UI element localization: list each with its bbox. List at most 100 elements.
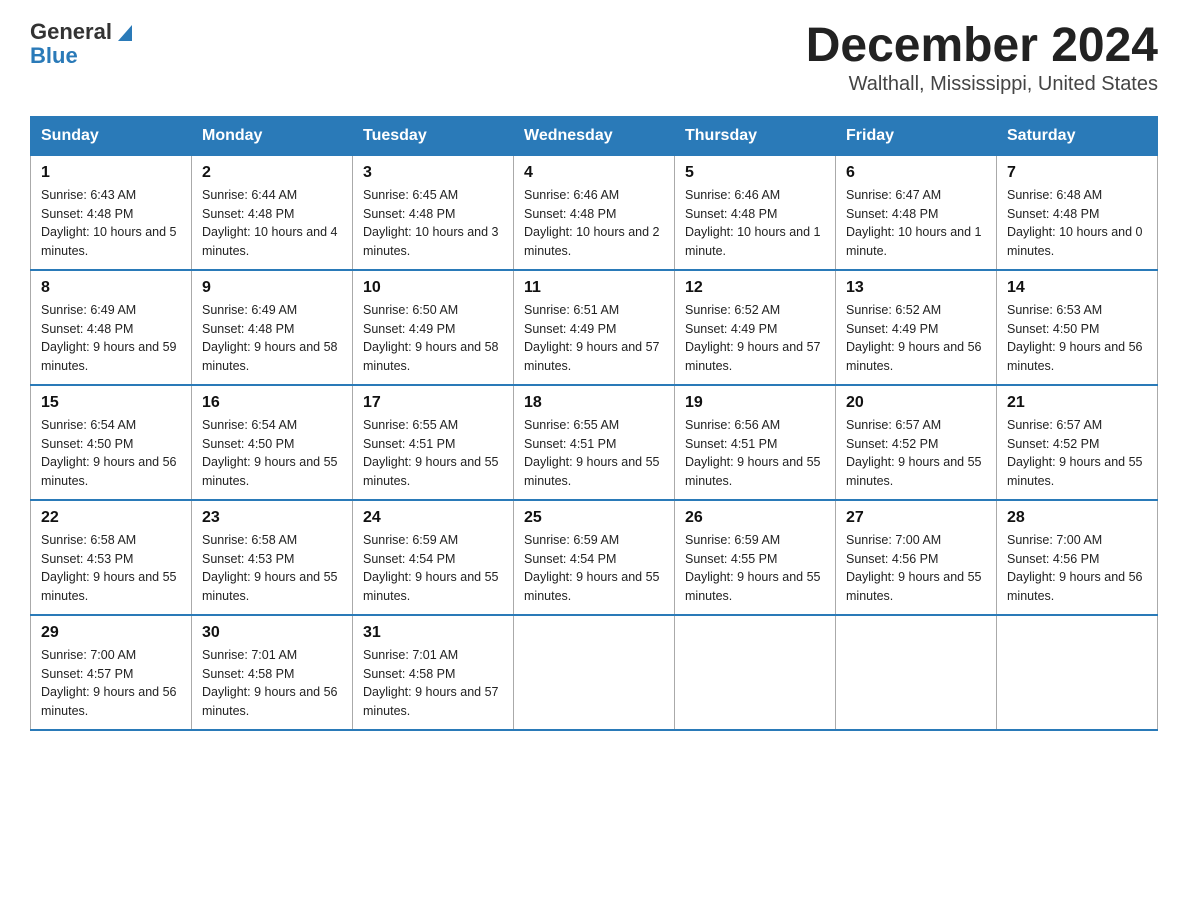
day-number: 14 bbox=[1007, 279, 1147, 297]
calendar-cell: 1 Sunrise: 6:43 AM Sunset: 4:48 PM Dayli… bbox=[31, 155, 192, 270]
day-number: 6 bbox=[846, 164, 986, 182]
day-number: 26 bbox=[685, 509, 825, 527]
day-info: Sunrise: 6:52 AM Sunset: 4:49 PM Dayligh… bbox=[846, 301, 986, 376]
day-info: Sunrise: 6:46 AM Sunset: 4:48 PM Dayligh… bbox=[524, 186, 664, 261]
month-title: December 2024 bbox=[806, 20, 1158, 73]
day-info: Sunrise: 6:53 AM Sunset: 4:50 PM Dayligh… bbox=[1007, 301, 1147, 376]
calendar-cell: 3 Sunrise: 6:45 AM Sunset: 4:48 PM Dayli… bbox=[353, 155, 514, 270]
calendar-cell: 27 Sunrise: 7:00 AM Sunset: 4:56 PM Dayl… bbox=[836, 500, 997, 615]
day-info: Sunrise: 6:48 AM Sunset: 4:48 PM Dayligh… bbox=[1007, 186, 1147, 261]
day-info: Sunrise: 6:51 AM Sunset: 4:49 PM Dayligh… bbox=[524, 301, 664, 376]
calendar-cell: 30 Sunrise: 7:01 AM Sunset: 4:58 PM Dayl… bbox=[192, 615, 353, 730]
calendar-cell: 19 Sunrise: 6:56 AM Sunset: 4:51 PM Dayl… bbox=[675, 385, 836, 500]
header-saturday: Saturday bbox=[997, 116, 1158, 155]
day-info: Sunrise: 7:00 AM Sunset: 4:57 PM Dayligh… bbox=[41, 646, 181, 721]
week-row-5: 29 Sunrise: 7:00 AM Sunset: 4:57 PM Dayl… bbox=[31, 615, 1158, 730]
day-info: Sunrise: 6:59 AM Sunset: 4:54 PM Dayligh… bbox=[524, 531, 664, 606]
week-row-3: 15 Sunrise: 6:54 AM Sunset: 4:50 PM Dayl… bbox=[31, 385, 1158, 500]
day-info: Sunrise: 6:50 AM Sunset: 4:49 PM Dayligh… bbox=[363, 301, 503, 376]
day-number: 21 bbox=[1007, 394, 1147, 412]
calendar-header-row: SundayMondayTuesdayWednesdayThursdayFrid… bbox=[31, 116, 1158, 155]
day-info: Sunrise: 6:59 AM Sunset: 4:55 PM Dayligh… bbox=[685, 531, 825, 606]
day-info: Sunrise: 6:55 AM Sunset: 4:51 PM Dayligh… bbox=[363, 416, 503, 491]
calendar-cell: 20 Sunrise: 6:57 AM Sunset: 4:52 PM Dayl… bbox=[836, 385, 997, 500]
day-number: 17 bbox=[363, 394, 503, 412]
day-info: Sunrise: 6:49 AM Sunset: 4:48 PM Dayligh… bbox=[41, 301, 181, 376]
day-number: 3 bbox=[363, 164, 503, 182]
calendar-cell: 25 Sunrise: 6:59 AM Sunset: 4:54 PM Dayl… bbox=[514, 500, 675, 615]
day-info: Sunrise: 7:01 AM Sunset: 4:58 PM Dayligh… bbox=[202, 646, 342, 721]
day-number: 2 bbox=[202, 164, 342, 182]
day-number: 16 bbox=[202, 394, 342, 412]
calendar-cell: 5 Sunrise: 6:46 AM Sunset: 4:48 PM Dayli… bbox=[675, 155, 836, 270]
calendar-cell: 2 Sunrise: 6:44 AM Sunset: 4:48 PM Dayli… bbox=[192, 155, 353, 270]
calendar-cell: 8 Sunrise: 6:49 AM Sunset: 4:48 PM Dayli… bbox=[31, 270, 192, 385]
header-monday: Monday bbox=[192, 116, 353, 155]
location-title: Walthall, Mississippi, United States bbox=[806, 73, 1158, 96]
calendar-cell: 31 Sunrise: 7:01 AM Sunset: 4:58 PM Dayl… bbox=[353, 615, 514, 730]
calendar-cell: 23 Sunrise: 6:58 AM Sunset: 4:53 PM Dayl… bbox=[192, 500, 353, 615]
day-number: 18 bbox=[524, 394, 664, 412]
day-info: Sunrise: 6:44 AM Sunset: 4:48 PM Dayligh… bbox=[202, 186, 342, 261]
day-info: Sunrise: 6:49 AM Sunset: 4:48 PM Dayligh… bbox=[202, 301, 342, 376]
day-number: 28 bbox=[1007, 509, 1147, 527]
calendar-cell: 21 Sunrise: 6:57 AM Sunset: 4:52 PM Dayl… bbox=[997, 385, 1158, 500]
day-number: 25 bbox=[524, 509, 664, 527]
calendar-cell: 16 Sunrise: 6:54 AM Sunset: 4:50 PM Dayl… bbox=[192, 385, 353, 500]
logo: General Blue bbox=[30, 20, 136, 68]
day-number: 19 bbox=[685, 394, 825, 412]
day-number: 7 bbox=[1007, 164, 1147, 182]
day-number: 27 bbox=[846, 509, 986, 527]
day-info: Sunrise: 6:52 AM Sunset: 4:49 PM Dayligh… bbox=[685, 301, 825, 376]
day-number: 31 bbox=[363, 624, 503, 642]
day-info: Sunrise: 7:01 AM Sunset: 4:58 PM Dayligh… bbox=[363, 646, 503, 721]
calendar-cell bbox=[675, 615, 836, 730]
day-number: 22 bbox=[41, 509, 181, 527]
calendar-cell: 9 Sunrise: 6:49 AM Sunset: 4:48 PM Dayli… bbox=[192, 270, 353, 385]
day-number: 23 bbox=[202, 509, 342, 527]
week-row-4: 22 Sunrise: 6:58 AM Sunset: 4:53 PM Dayl… bbox=[31, 500, 1158, 615]
day-info: Sunrise: 6:55 AM Sunset: 4:51 PM Dayligh… bbox=[524, 416, 664, 491]
calendar-cell: 13 Sunrise: 6:52 AM Sunset: 4:49 PM Dayl… bbox=[836, 270, 997, 385]
calendar-cell: 10 Sunrise: 6:50 AM Sunset: 4:49 PM Dayl… bbox=[353, 270, 514, 385]
day-info: Sunrise: 6:58 AM Sunset: 4:53 PM Dayligh… bbox=[41, 531, 181, 606]
calendar-table: SundayMondayTuesdayWednesdayThursdayFrid… bbox=[30, 116, 1158, 731]
day-number: 13 bbox=[846, 279, 986, 297]
day-info: Sunrise: 6:43 AM Sunset: 4:48 PM Dayligh… bbox=[41, 186, 181, 261]
calendar-cell: 11 Sunrise: 6:51 AM Sunset: 4:49 PM Dayl… bbox=[514, 270, 675, 385]
calendar-cell: 17 Sunrise: 6:55 AM Sunset: 4:51 PM Dayl… bbox=[353, 385, 514, 500]
header-tuesday: Tuesday bbox=[353, 116, 514, 155]
day-info: Sunrise: 6:57 AM Sunset: 4:52 PM Dayligh… bbox=[846, 416, 986, 491]
calendar-cell: 14 Sunrise: 6:53 AM Sunset: 4:50 PM Dayl… bbox=[997, 270, 1158, 385]
day-number: 29 bbox=[41, 624, 181, 642]
day-number: 1 bbox=[41, 164, 181, 182]
header-wednesday: Wednesday bbox=[514, 116, 675, 155]
day-number: 8 bbox=[41, 279, 181, 297]
day-number: 5 bbox=[685, 164, 825, 182]
day-info: Sunrise: 6:45 AM Sunset: 4:48 PM Dayligh… bbox=[363, 186, 503, 261]
week-row-2: 8 Sunrise: 6:49 AM Sunset: 4:48 PM Dayli… bbox=[31, 270, 1158, 385]
day-number: 20 bbox=[846, 394, 986, 412]
day-number: 24 bbox=[363, 509, 503, 527]
calendar-cell bbox=[836, 615, 997, 730]
logo-general-text: General bbox=[30, 20, 112, 44]
day-info: Sunrise: 6:59 AM Sunset: 4:54 PM Dayligh… bbox=[363, 531, 503, 606]
calendar-cell: 29 Sunrise: 7:00 AM Sunset: 4:57 PM Dayl… bbox=[31, 615, 192, 730]
calendar-cell: 22 Sunrise: 6:58 AM Sunset: 4:53 PM Dayl… bbox=[31, 500, 192, 615]
day-info: Sunrise: 6:54 AM Sunset: 4:50 PM Dayligh… bbox=[202, 416, 342, 491]
day-number: 4 bbox=[524, 164, 664, 182]
logo-blue-text: Blue bbox=[30, 44, 78, 68]
calendar-cell: 12 Sunrise: 6:52 AM Sunset: 4:49 PM Dayl… bbox=[675, 270, 836, 385]
day-number: 15 bbox=[41, 394, 181, 412]
page-header: General Blue December 2024 Walthall, Mis… bbox=[30, 20, 1158, 96]
day-info: Sunrise: 7:00 AM Sunset: 4:56 PM Dayligh… bbox=[846, 531, 986, 606]
logo-triangle-icon bbox=[114, 21, 136, 43]
header-friday: Friday bbox=[836, 116, 997, 155]
day-info: Sunrise: 6:58 AM Sunset: 4:53 PM Dayligh… bbox=[202, 531, 342, 606]
day-info: Sunrise: 6:47 AM Sunset: 4:48 PM Dayligh… bbox=[846, 186, 986, 261]
calendar-cell bbox=[514, 615, 675, 730]
title-area: December 2024 Walthall, Mississippi, Uni… bbox=[806, 20, 1158, 96]
calendar-cell: 4 Sunrise: 6:46 AM Sunset: 4:48 PM Dayli… bbox=[514, 155, 675, 270]
week-row-1: 1 Sunrise: 6:43 AM Sunset: 4:48 PM Dayli… bbox=[31, 155, 1158, 270]
header-sunday: Sunday bbox=[31, 116, 192, 155]
